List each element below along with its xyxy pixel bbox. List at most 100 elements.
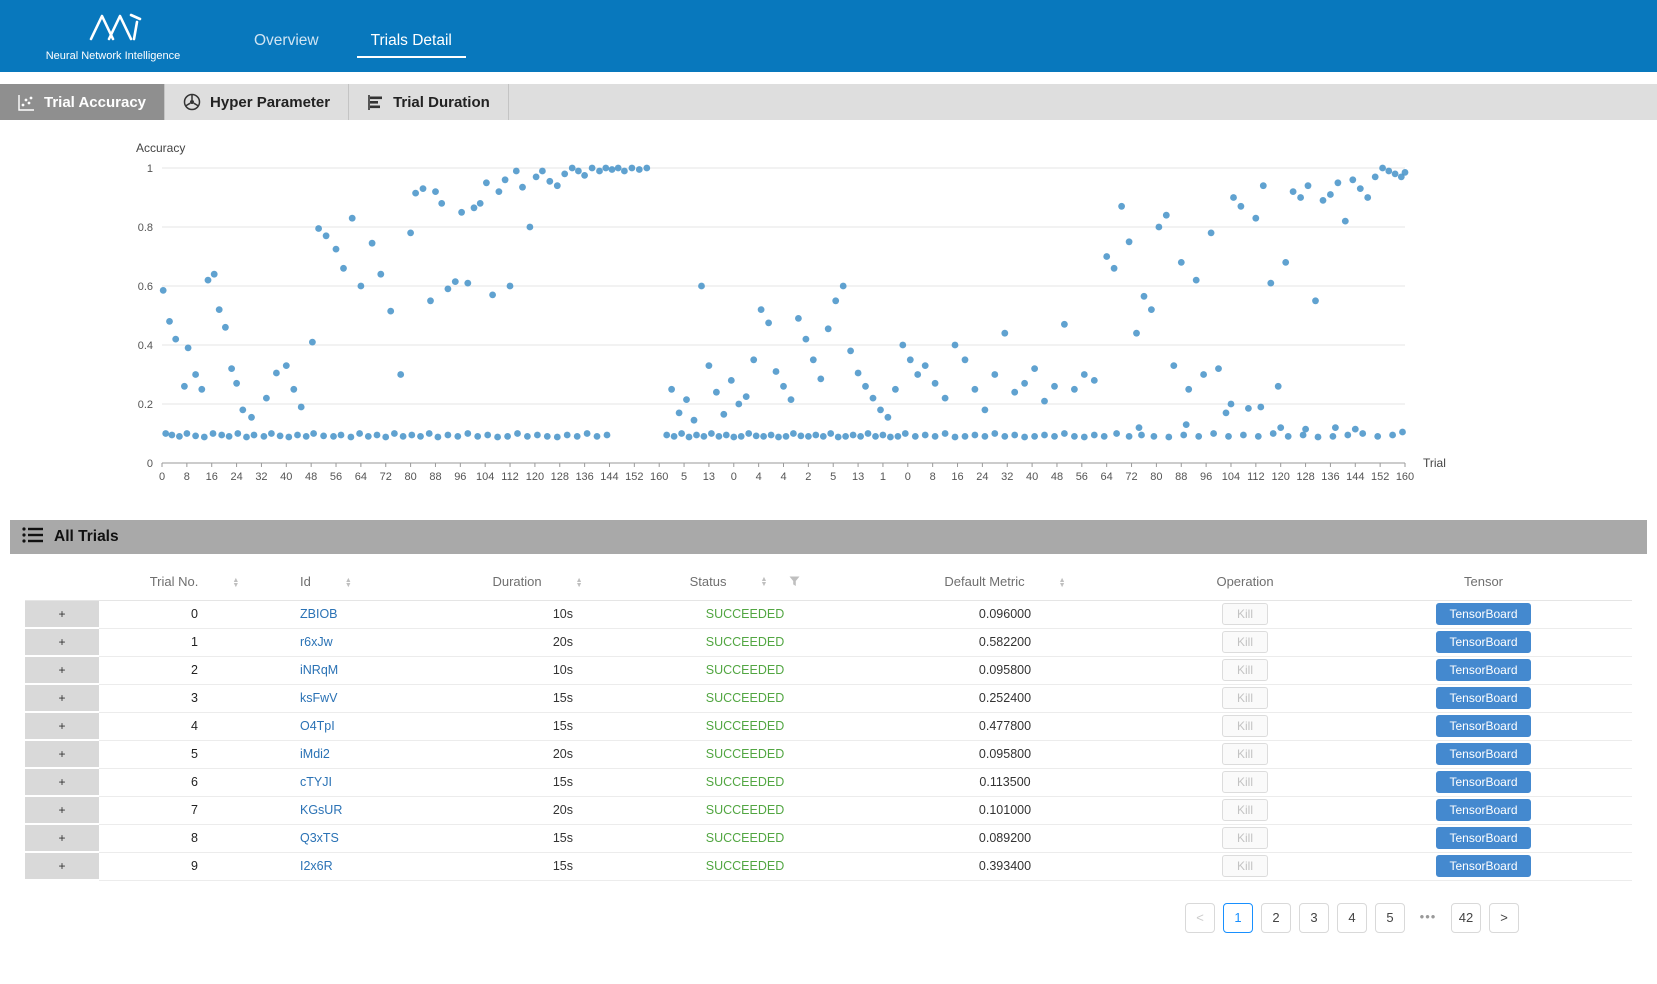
expand-row-button[interactable]: + [25, 712, 99, 740]
trial-no-cell: 2 [99, 656, 290, 684]
column-header-expand [25, 564, 99, 600]
tensorboard-button[interactable]: TensorBoard [1436, 855, 1530, 877]
kill-button[interactable]: Kill [1222, 659, 1268, 681]
svg-text:16: 16 [206, 471, 218, 483]
svg-text:152: 152 [625, 471, 643, 483]
tab-hyper-parameter[interactable]: Hyper Parameter [165, 84, 349, 120]
column-header-label: Id [300, 574, 311, 589]
status-cell: SUCCEEDED [635, 824, 855, 852]
trial-id-cell[interactable]: O4TpI [290, 712, 440, 740]
tab-label: Trial Duration [393, 94, 490, 111]
kill-button[interactable]: Kill [1222, 799, 1268, 821]
trial-id-cell[interactable]: Q3xTS [290, 824, 440, 852]
duration-cell: 10s [440, 656, 635, 684]
tensorboard-button[interactable]: TensorBoard [1436, 827, 1530, 849]
sort-icon[interactable]: ▲▼ [760, 577, 767, 587]
tensorboard-button[interactable]: TensorBoard [1436, 687, 1530, 709]
kill-button[interactable]: Kill [1222, 631, 1268, 653]
svg-text:0: 0 [905, 471, 911, 483]
svg-text:0.8: 0.8 [138, 222, 153, 234]
kill-button[interactable]: Kill [1222, 827, 1268, 849]
svg-text:144: 144 [1346, 471, 1364, 483]
pagination-next-button[interactable]: > [1489, 903, 1519, 933]
default-metric-cell: 0.113500 [855, 768, 1155, 796]
svg-text:0: 0 [147, 458, 153, 470]
pagination-prev-button[interactable]: < [1185, 903, 1215, 933]
svg-text:48: 48 [305, 471, 317, 483]
pagination-page-2[interactable]: 2 [1261, 903, 1291, 933]
expand-row-button[interactable]: + [25, 824, 99, 852]
expand-row-button[interactable]: + [25, 852, 99, 880]
tab-trial-accuracy[interactable]: Trial Accuracy [0, 84, 165, 120]
table-row: +7KGsUR20sSUCCEEDED0.101000KillTensorBoa… [25, 796, 1632, 824]
kill-button[interactable]: Kill [1222, 743, 1268, 765]
sort-icon[interactable]: ▲▼ [1059, 578, 1066, 588]
svg-text:32: 32 [255, 471, 267, 483]
tensorboard-button[interactable]: TensorBoard [1436, 715, 1530, 737]
tensorboard-button[interactable]: TensorBoard [1436, 659, 1530, 681]
nav-tab-trials-detail[interactable]: Trials Detail [365, 32, 458, 72]
tensorboard-button[interactable]: TensorBoard [1436, 771, 1530, 793]
expand-row-button[interactable]: + [25, 684, 99, 712]
status-cell: SUCCEEDED [635, 852, 855, 880]
expand-row-button[interactable]: + [25, 796, 99, 824]
duration-cell: 15s [440, 852, 635, 880]
tensor-cell: TensorBoard [1335, 712, 1632, 740]
tensorboard-button[interactable]: TensorBoard [1436, 799, 1530, 821]
operation-cell: Kill [1155, 656, 1335, 684]
table-row: +3ksFwV15sSUCCEEDED0.252400KillTensorBoa… [25, 684, 1632, 712]
trial-id-cell[interactable]: iMdi2 [290, 740, 440, 768]
trial-id-cell[interactable]: I2x6R [290, 852, 440, 880]
trial-id-cell[interactable]: iNRqM [290, 656, 440, 684]
status-cell: SUCCEEDED [635, 684, 855, 712]
svg-text:16: 16 [951, 471, 963, 483]
sort-icon[interactable]: ▲▼ [232, 578, 239, 588]
sort-icon[interactable]: ▲▼ [345, 578, 352, 588]
trial-id-cell[interactable]: ZBIOB [290, 600, 440, 628]
kill-button[interactable]: Kill [1222, 687, 1268, 709]
expand-row-button[interactable]: + [25, 656, 99, 684]
default-metric-cell: 0.101000 [855, 796, 1155, 824]
kill-button[interactable]: Kill [1222, 603, 1268, 625]
expand-row-button[interactable]: + [25, 628, 99, 656]
expand-row-button[interactable]: + [25, 600, 99, 628]
accuracy-scatter-plot[interactable]: 00.20.40.60.8108162432404856647280889610… [0, 138, 1657, 490]
svg-text:144: 144 [600, 471, 618, 483]
column-header-label: Tensor [1464, 574, 1503, 589]
trial-no-cell: 4 [99, 712, 290, 740]
filter-funnel-icon[interactable] [789, 575, 800, 590]
sort-icon[interactable]: ▲▼ [576, 578, 583, 588]
kill-button[interactable]: Kill [1222, 855, 1268, 877]
svg-text:80: 80 [1150, 471, 1162, 483]
pagination-page-3[interactable]: 3 [1299, 903, 1329, 933]
svg-text:0.4: 0.4 [138, 340, 153, 352]
expand-row-button[interactable]: + [25, 768, 99, 796]
status-cell: SUCCEEDED [635, 600, 855, 628]
chart-tabbar: Trial Accuracy Hyper Parameter Trial Dur… [0, 84, 1657, 120]
tensor-cell: TensorBoard [1335, 684, 1632, 712]
all-trials-title: All Trials [54, 528, 119, 546]
trial-id-cell[interactable]: cTYJI [290, 768, 440, 796]
kill-button[interactable]: Kill [1222, 771, 1268, 793]
trial-id-cell[interactable]: KGsUR [290, 796, 440, 824]
expand-row-button[interactable]: + [25, 740, 99, 768]
tensorboard-button[interactable]: TensorBoard [1436, 743, 1530, 765]
trial-id-cell[interactable]: r6xJw [290, 628, 440, 656]
trial-id-cell[interactable]: ksFwV [290, 684, 440, 712]
tensorboard-button[interactable]: TensorBoard [1436, 603, 1530, 625]
svg-text:136: 136 [1321, 471, 1339, 483]
operation-cell: Kill [1155, 768, 1335, 796]
nav-tab-overview[interactable]: Overview [248, 32, 325, 72]
tensor-cell: TensorBoard [1335, 852, 1632, 880]
pagination-ellipsis[interactable]: ••• [1413, 903, 1443, 933]
pagination-page-4[interactable]: 4 [1337, 903, 1367, 933]
nni-logo[interactable]: Neural Network Intelligence [18, 11, 208, 62]
tensorboard-button[interactable]: TensorBoard [1436, 631, 1530, 653]
kill-button[interactable]: Kill [1222, 715, 1268, 737]
tab-trial-duration[interactable]: Trial Duration [349, 84, 509, 120]
pagination-page-1[interactable]: 1 [1223, 903, 1253, 933]
duration-cell: 15s [440, 684, 635, 712]
status-cell: SUCCEEDED [635, 740, 855, 768]
pagination-page-5[interactable]: 5 [1375, 903, 1405, 933]
pagination-page-42[interactable]: 42 [1451, 903, 1481, 933]
